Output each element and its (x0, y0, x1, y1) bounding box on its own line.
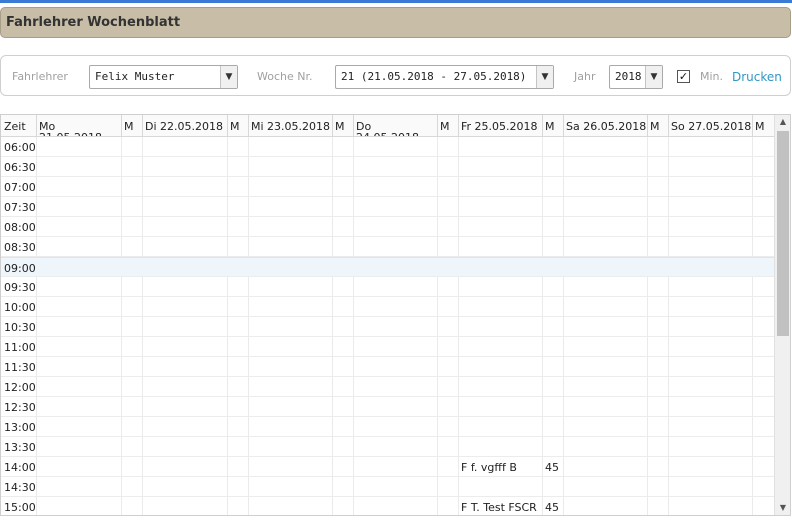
time-label: 13:30 (4, 441, 36, 454)
time-row[interactable]: 10:00 (1, 297, 774, 317)
fahrlehrer-select[interactable]: Felix Muster ▼ (89, 65, 238, 89)
column-separator (353, 115, 354, 137)
column-separator (248, 115, 249, 137)
window-top-accent (0, 0, 792, 3)
column-separator (332, 115, 333, 137)
column-separator (752, 115, 753, 137)
fahrlehrer-label: Fahrlehrer (12, 70, 68, 83)
column-header-mi: Mi 23.05.2018 (251, 120, 331, 133)
time-row[interactable]: 14:00 (1, 457, 774, 477)
time-row[interactable]: 15:00 (1, 497, 774, 515)
column-separator (563, 115, 564, 137)
column-separator (121, 115, 122, 137)
filter-bar: Fahrlehrer Felix Muster ▼ Woche Nr. 21 (… (0, 55, 791, 96)
print-link[interactable]: Drucken (732, 70, 782, 84)
column-header-so: So 27.05.2018 (671, 120, 752, 133)
chevron-down-icon[interactable]: ▼ (645, 66, 662, 88)
column-header-sa: Sa 26.05.2018 (566, 120, 647, 133)
min-label: Min. (700, 70, 724, 83)
column-header-di-m: M (230, 120, 240, 133)
woche-select[interactable]: 21 (21.05.2018 - 27.05.2018) ▼ (335, 65, 554, 89)
time-row[interactable]: 14:30 (1, 477, 774, 497)
week-schedule-grid: Zeit Mo 21.05.2018 M Di 22.05.2018 M Mi 23.05… (0, 114, 791, 516)
time-label: 08:30 (4, 241, 36, 254)
time-label: 11:30 (4, 361, 36, 374)
column-header-so-m: M (755, 120, 765, 133)
column-header-do: Do 24.05.2018 (356, 120, 419, 136)
time-label: 14:30 (4, 481, 36, 494)
column-header-do-m: M (440, 120, 450, 133)
vertical-scrollbar[interactable]: ▲ ▼ (774, 115, 790, 515)
time-row[interactable]: 10:30 (1, 317, 774, 337)
column-separator (458, 115, 459, 137)
time-label: 14:00 (4, 461, 36, 474)
time-row[interactable]: 12:00 (1, 377, 774, 397)
time-row[interactable]: 07:00 (1, 177, 774, 197)
time-row[interactable]: 13:00 (1, 417, 774, 437)
time-label: 07:30 (4, 201, 36, 214)
scroll-up-icon[interactable]: ▲ (775, 115, 790, 129)
page-title-bar: Fahrlehrer Wochenblatt (0, 7, 791, 38)
column-separator (36, 115, 37, 137)
time-label: 06:30 (4, 161, 36, 174)
column-separator (542, 115, 543, 137)
min-checkbox[interactable]: ✓ (677, 70, 690, 83)
appointment-minutes: 45 (545, 501, 559, 514)
column-header-di: Di 22.05.2018 (145, 120, 224, 133)
jahr-select[interactable]: 2018 ▼ (609, 65, 663, 89)
appointment-text[interactable]: F f. vgfff B (461, 461, 541, 474)
column-separator (227, 115, 228, 137)
time-label: 13:00 (4, 421, 36, 434)
column-header-sa-m: M (650, 120, 660, 133)
appointment-minutes: 45 (545, 461, 559, 474)
time-label: 08:00 (4, 221, 36, 234)
chevron-down-icon[interactable]: ▼ (536, 66, 553, 88)
time-row[interactable]: 11:00 (1, 337, 774, 357)
time-label: 15:00 (4, 501, 36, 514)
column-header-mo: Mo 21.05.2018 (39, 120, 102, 136)
column-header-mo-m: M (124, 120, 134, 133)
jahr-label: Jahr (574, 70, 596, 83)
checkmark-icon: ✓ (678, 70, 689, 83)
grid-header: Zeit Mo 21.05.2018 M Di 22.05.2018 M Mi 23.05… (1, 115, 774, 137)
jahr-select-value: 2018 (615, 70, 642, 83)
time-row[interactable]: 09:30 (1, 277, 774, 297)
column-header-mi-m: M (335, 120, 345, 133)
time-label: 09:00 (4, 262, 36, 275)
time-label: 11:00 (4, 341, 36, 354)
time-row[interactable]: 08:00 (1, 217, 774, 237)
column-separator (437, 115, 438, 137)
column-separator (668, 115, 669, 137)
time-row[interactable]: 12:30 (1, 397, 774, 417)
scrollbar-thumb[interactable] (777, 131, 789, 336)
grid-body: 06:00 06:30 07:00 07:30 08:00 08:30 09:00 09:30… (1, 137, 774, 515)
column-header-zeit: Zeit (4, 120, 26, 133)
time-label: 10:30 (4, 321, 36, 334)
time-label: 12:30 (4, 401, 36, 414)
appointment-text[interactable]: F T. Test FSCR (461, 501, 541, 514)
time-label: 12:00 (4, 381, 36, 394)
column-separator (142, 115, 143, 137)
time-row[interactable]: 06:00 (1, 137, 774, 157)
time-label: 07:00 (4, 181, 36, 194)
time-label: 10:00 (4, 301, 36, 314)
fahrlehrer-select-value: Felix Muster (95, 70, 175, 83)
time-label: 09:30 (4, 281, 36, 294)
chevron-down-icon[interactable]: ▼ (220, 66, 237, 88)
woche-select-value: 21 (21.05.2018 - 27.05.2018) (341, 70, 527, 83)
time-row[interactable]: 09:00 (1, 257, 774, 277)
time-row[interactable]: 11:30 (1, 357, 774, 377)
woche-label: Woche Nr. (257, 70, 313, 83)
column-header-fr: Fr 25.05.2018 (461, 120, 538, 133)
time-label: 06:00 (4, 141, 36, 154)
time-row[interactable]: 06:30 (1, 157, 774, 177)
time-row[interactable]: 07:30 (1, 197, 774, 217)
column-header-fr-m: M (545, 120, 555, 133)
scroll-down-icon[interactable]: ▼ (775, 501, 790, 515)
page-title: Fahrlehrer Wochenblatt (6, 15, 181, 30)
column-separator (647, 115, 648, 137)
time-row[interactable]: 13:30 (1, 437, 774, 457)
time-row[interactable]: 08:30 (1, 237, 774, 257)
